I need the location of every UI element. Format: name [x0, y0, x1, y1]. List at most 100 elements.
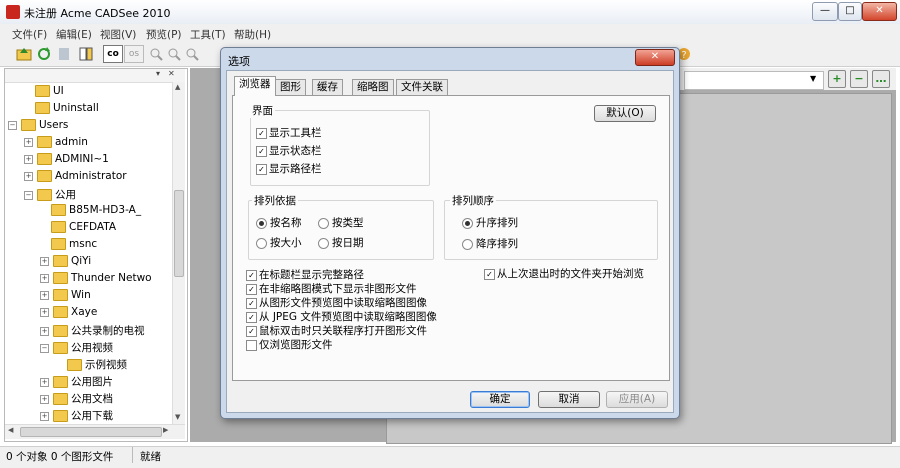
- tab-cache[interactable]: 缓存: [312, 79, 343, 95]
- more-button[interactable]: …: [872, 70, 890, 88]
- scroll-down-icon[interactable]: ▼: [175, 413, 180, 421]
- menu-edit[interactable]: 编辑(E): [56, 27, 92, 42]
- option-restore-last-folder[interactable]: ✓ 从上次退出时的文件夹开始浏览: [484, 266, 644, 281]
- tree-item[interactable]: − 公用视频: [8, 340, 172, 357]
- dialog-close-button[interactable]: ✕: [635, 49, 675, 66]
- radio-sort-name[interactable]: 按名称: [256, 215, 302, 230]
- collapse-icon[interactable]: −: [40, 343, 49, 353]
- tree-item[interactable]: + ADMINI~1: [8, 153, 172, 170]
- tree-item[interactable]: + Thunder Netwo: [8, 272, 172, 289]
- option-show-statusbar[interactable]: ✓ 显示状态栏: [256, 143, 322, 158]
- checkbox-icon[interactable]: ✓: [256, 145, 267, 157]
- tree-item[interactable]: + 公用下载: [8, 408, 172, 423]
- expand-icon[interactable]: +: [40, 394, 49, 404]
- radio-icon[interactable]: [318, 237, 329, 249]
- checkbox-icon[interactable]: ✓: [256, 127, 267, 139]
- checkbox-icon[interactable]: ✓: [246, 283, 257, 295]
- file-list-icon[interactable]: [78, 46, 94, 62]
- menu-file[interactable]: 文件(F): [12, 27, 47, 42]
- radio-descending[interactable]: 降序排列: [462, 236, 518, 251]
- checkbox-icon[interactable]: ✓: [246, 311, 257, 323]
- tree-pin-icon[interactable]: ▾: [156, 69, 160, 78]
- radio-icon[interactable]: [256, 237, 267, 249]
- tree-item[interactable]: − Users: [8, 119, 172, 136]
- radio-selected-icon[interactable]: [462, 217, 473, 229]
- option-show-nongraphics[interactable]: ✓ 在非缩略图模式下显示非图形文件: [246, 281, 417, 296]
- radio-icon[interactable]: [462, 238, 473, 250]
- tree-item[interactable]: + Xaye: [8, 306, 172, 323]
- expand-icon[interactable]: +: [40, 307, 49, 317]
- option-read-thumbnail-preview[interactable]: ✓ 从图形文件预览图中读取缩略图图像: [246, 295, 427, 310]
- tab-thumbnail[interactable]: 缩略图: [352, 79, 394, 95]
- radio-sort-date[interactable]: 按日期: [318, 235, 364, 250]
- tree-leaf-icon[interactable]: [40, 241, 47, 248]
- tree-vertical-scroll-thumb[interactable]: [174, 190, 184, 277]
- default-button[interactable]: 默认(O): [594, 105, 656, 122]
- menu-preview[interactable]: 预览(P): [146, 27, 182, 42]
- maximize-button[interactable]: □: [838, 2, 862, 21]
- option-graphics-only[interactable]: 仅浏览图形文件: [246, 337, 333, 352]
- option-show-toolbar[interactable]: ✓ 显示工具栏: [256, 125, 322, 140]
- checkbox-icon[interactable]: ✓: [246, 297, 257, 309]
- tree-item[interactable]: + 公用文档: [8, 391, 172, 408]
- minimize-button[interactable]: —: [812, 2, 838, 21]
- expand-icon[interactable]: +: [24, 171, 33, 181]
- radio-ascending[interactable]: 升序排列: [462, 215, 518, 230]
- up-folder-icon[interactable]: [16, 46, 32, 62]
- os-button[interactable]: os: [124, 45, 144, 63]
- zoom-out-icon[interactable]: [166, 46, 182, 62]
- option-double-click-open[interactable]: ✓ 鼠标双击时只关联程序打开图形文件: [246, 323, 427, 338]
- radio-selected-icon[interactable]: [256, 217, 267, 229]
- expand-icon[interactable]: +: [40, 290, 49, 300]
- radio-sort-size[interactable]: 按大小: [256, 235, 302, 250]
- expand-icon[interactable]: +: [40, 377, 49, 387]
- menu-tools[interactable]: 工具(T): [190, 27, 226, 42]
- tree-leaf-icon[interactable]: [24, 88, 31, 95]
- scroll-up-icon[interactable]: ▲: [175, 83, 180, 91]
- tree-close-icon[interactable]: ✕: [168, 69, 175, 78]
- zoom-in-icon[interactable]: [148, 46, 164, 62]
- expand-icon[interactable]: +: [40, 326, 49, 336]
- expand-icon[interactable]: +: [24, 154, 33, 164]
- checkbox-icon[interactable]: ✓: [256, 163, 267, 175]
- tree-horizontal-scroll-thumb[interactable]: [20, 427, 162, 437]
- cancel-button[interactable]: 取消: [538, 391, 600, 408]
- tree-leaf-icon[interactable]: [56, 362, 63, 369]
- tree-icon[interactable]: [56, 46, 72, 62]
- remove-button[interactable]: −: [850, 70, 868, 88]
- tree-item[interactable]: CEFDATA: [8, 221, 172, 238]
- option-full-path-title[interactable]: ✓ 在标题栏显示完整路径: [246, 267, 364, 282]
- tree-leaf-icon[interactable]: [40, 207, 47, 214]
- tree-item[interactable]: UI: [8, 85, 172, 102]
- tree-item[interactable]: + QiYi: [8, 255, 172, 272]
- checkbox-icon[interactable]: ✓: [484, 268, 495, 280]
- tab-file-association[interactable]: 文件关联: [396, 79, 448, 95]
- tab-graphics[interactable]: 图形: [275, 79, 306, 95]
- tree-leaf-icon[interactable]: [24, 105, 31, 112]
- checkbox-icon[interactable]: ✓: [246, 325, 257, 337]
- zoom-fit-icon[interactable]: [184, 46, 200, 62]
- collapse-icon[interactable]: −: [8, 120, 17, 130]
- collapse-icon[interactable]: −: [24, 190, 33, 200]
- expand-icon[interactable]: +: [40, 273, 49, 283]
- expand-icon[interactable]: +: [40, 256, 49, 266]
- path-combo[interactable]: [684, 71, 824, 90]
- expand-icon[interactable]: +: [40, 411, 49, 421]
- tree-item[interactable]: B85M-HD3-A_: [8, 204, 172, 221]
- menu-view[interactable]: 视图(V): [100, 27, 136, 42]
- tree-item[interactable]: 示例视频: [8, 357, 172, 374]
- ok-button[interactable]: 确定: [470, 391, 530, 408]
- tree-item[interactable]: + admin: [8, 136, 172, 153]
- tree-item[interactable]: + 公共录制的电视: [8, 323, 172, 340]
- close-button[interactable]: ✕: [862, 2, 897, 21]
- scroll-right-icon[interactable]: ▶: [163, 426, 168, 434]
- option-read-jpeg-preview[interactable]: ✓ 从 JPEG 文件预览图中读取缩略图图像: [246, 309, 437, 324]
- radio-icon[interactable]: [318, 217, 329, 229]
- co-button[interactable]: co: [103, 45, 123, 63]
- tree-item[interactable]: msnc: [8, 238, 172, 255]
- tree-item[interactable]: + Win: [8, 289, 172, 306]
- tree-item[interactable]: + Administrator: [8, 170, 172, 187]
- tree-item[interactable]: + 公用图片: [8, 374, 172, 391]
- menu-help[interactable]: 帮助(H): [234, 27, 271, 42]
- refresh-icon[interactable]: [36, 46, 52, 62]
